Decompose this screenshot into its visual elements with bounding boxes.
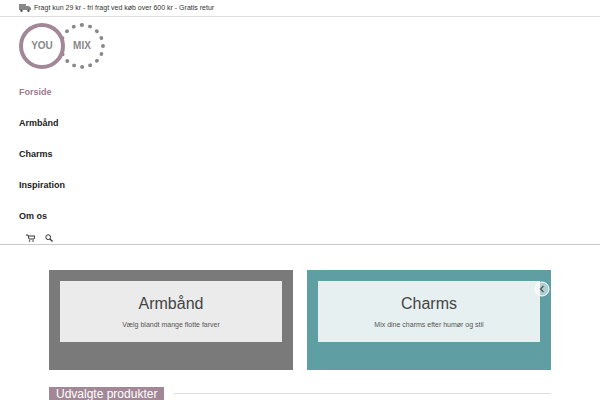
nav-item[interactable]: Forside (19, 77, 600, 108)
cart-icon[interactable] (26, 234, 35, 242)
nav-item[interactable]: Charms (19, 139, 600, 170)
section-header: Udvalgte produkter (49, 387, 551, 400)
logo-right-text: MIX (73, 38, 91, 53)
top-bar: Fragt kun 29 kr - fri fragt ved køb over… (0, 0, 600, 17)
category-subtitle: Vælg blandt mange flotte farver (122, 320, 220, 331)
nav-item[interactable]: Om os (19, 201, 600, 232)
category-card[interactable]: Armbånd Vælg blandt mange flotte farver (49, 270, 293, 370)
section-line (174, 393, 551, 394)
logo[interactable]: YOU MIX (0, 17, 600, 69)
nav-item[interactable]: Armbånd (19, 108, 600, 139)
truck-icon (19, 4, 31, 12)
category-grid: Armbånd Vælg blandt mange flotte farver … (49, 270, 551, 370)
category-panel: Charms Mix dine charms efter humør og st… (318, 281, 540, 342)
header-icons (0, 232, 600, 244)
content: Armbånd Vælg blandt mange flotte farver … (0, 245, 600, 400)
section-title: Udvalgte produkter (49, 387, 164, 400)
carousel-arrow-icon[interactable] (534, 281, 550, 297)
header: YOU MIX Forside Armbånd Charms Inspirati… (0, 17, 600, 245)
logo-left-text: YOU (31, 38, 53, 53)
nav-item[interactable]: Inspiration (19, 170, 600, 201)
category-title: Charms (401, 292, 457, 316)
main-nav: Forside Armbånd Charms Inspiration Om os (0, 77, 600, 232)
category-card[interactable]: Charms Mix dine charms efter humør og st… (307, 270, 551, 370)
logo-mix-circle: MIX (59, 23, 105, 69)
shipping-info: Fragt kun 29 kr - fri fragt ved køb over… (34, 3, 214, 14)
search-icon[interactable] (45, 234, 53, 242)
category-subtitle: Mix dine charms efter humør og stil (374, 320, 483, 331)
category-title: Armbånd (139, 292, 204, 316)
logo-you-circle: YOU (19, 23, 65, 69)
category-panel: Armbånd Vælg blandt mange flotte farver (60, 281, 282, 342)
